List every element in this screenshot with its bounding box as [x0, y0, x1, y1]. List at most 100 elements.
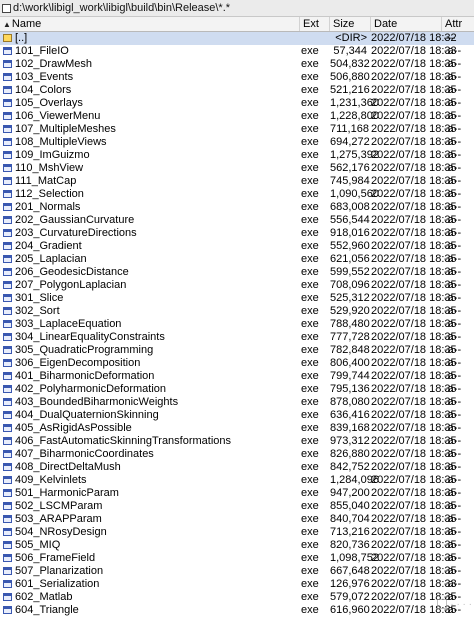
file-row[interactable]: 408_DirectDeltaMush exe 842,752 2022/07/18 …	[0, 461, 474, 474]
path-checkbox-icon[interactable]	[2, 4, 11, 13]
file-row[interactable]: 107_MultipleMeshes exe 711,168 2022/07/18 1…	[0, 123, 474, 136]
column-header-name[interactable]: ▲Name	[0, 17, 300, 31]
file-attr: -a--	[444, 357, 462, 369]
file-row[interactable]: 101_FileIO exe 57,344 2022/07/18 18:33 -a--	[0, 45, 474, 58]
column-header-ext[interactable]: Ext	[300, 17, 330, 31]
exe-icon	[3, 398, 12, 406]
file-row[interactable]: 407_BiharmonicCoordinates exe 826,880 2022/…	[0, 448, 474, 461]
exe-icon	[3, 489, 12, 497]
column-header-date-label: Date	[374, 18, 398, 30]
file-row[interactable]: 405_AsRigidAsPossible exe 839,168 2022/07/1…	[0, 422, 474, 435]
file-ext: exe	[301, 188, 319, 200]
file-row[interactable]: 108_MultipleViews exe 694,272 2022/07/18 18…	[0, 136, 474, 149]
file-row[interactable]: 301_Slice exe 525,312 2022/07/18 18:35 -a--	[0, 292, 474, 305]
file-attr: -a--	[444, 383, 462, 395]
file-row[interactable]: 406_FastAutomaticSkinningTransformations…	[0, 435, 474, 448]
file-size: 579,072	[330, 591, 370, 603]
file-list[interactable]: [..] <DIR> 2022/07/18 18:32—101_FileIO exe 5…	[0, 32, 474, 618]
file-size: 973,312	[330, 435, 370, 447]
file-name: 111_MatCap	[15, 175, 77, 187]
file-row[interactable]: 111_MatCap exe 745,984 2022/07/18 18:35 -a--	[0, 175, 474, 188]
file-row[interactable]: 404_DualQuaternionSkinning exe 636,416 2022…	[0, 409, 474, 422]
exe-icon	[3, 281, 12, 289]
exe-icon	[3, 294, 12, 302]
file-row[interactable]: 205_Laplacian exe 621,056 2022/07/18 18:35-…	[0, 253, 474, 266]
file-ext: exe	[301, 500, 319, 512]
file-ext: exe	[301, 331, 319, 343]
file-ext: exe	[301, 136, 319, 148]
file-row[interactable]: 604_Triangle exe 616,960 2022/07/18 18:35 -a…	[0, 604, 474, 617]
file-ext: exe	[301, 591, 319, 603]
file-row[interactable]: 201_Normals exe 683,008 2022/07/18 18:35 -a-…	[0, 201, 474, 214]
parent-dir-row[interactable]: [..] <DIR> 2022/07/18 18:32—	[0, 32, 474, 45]
file-row[interactable]: 112_Selection exe 1,090,560 2022/07/18 18:3…	[0, 188, 474, 201]
file-name: 401_BiharmonicDeformation	[15, 370, 155, 382]
exe-icon	[3, 151, 12, 159]
file-name: 409_Kelvinlets	[15, 474, 87, 486]
file-row[interactable]: 104_Colors exe 521,216 2022/07/18 18:35 -a--	[0, 84, 474, 97]
file-attr: -a--	[444, 58, 462, 70]
file-row[interactable]: 502_LSCMParam exe 855,040 2022/07/18 18:35-…	[0, 500, 474, 513]
file-row[interactable]: 409_Kelvinlets exe 1,284,096 2022/07/18 18:…	[0, 474, 474, 487]
file-row[interactable]: 302_Sort exe 529,920 2022/07/18 18:35 -a--	[0, 305, 474, 318]
file-row[interactable]: 503_ARAPParam exe 840,704 2022/07/18 18:35-…	[0, 513, 474, 526]
file-row[interactable]: 602_Matlab exe 579,072 2022/07/18 18:35 -a--	[0, 591, 474, 604]
file-ext: exe	[301, 487, 319, 499]
file-attr: -a--	[444, 331, 462, 343]
file-row[interactable]: 110_MshView exe 562,176 2022/07/18 18:35 -a-…	[0, 162, 474, 175]
column-header-ext-label: Ext	[303, 18, 319, 30]
file-name: 604_Triangle	[15, 604, 79, 616]
file-size: 713,216	[330, 526, 370, 538]
file-row[interactable]: 501_HarmonicParam exe 947,200 2022/07/18 18…	[0, 487, 474, 500]
file-ext: exe	[301, 110, 319, 122]
file-row[interactable]: 401_BiharmonicDeformation exe 799,744 2022/…	[0, 370, 474, 383]
file-row[interactable]: 109_ImGuizmo exe 1,275,392 2022/07/18 18:35…	[0, 149, 474, 162]
file-row[interactable]: 403_BoundedBiharmonicWeights exe 878,080 20…	[0, 396, 474, 409]
column-header-date[interactable]: Date	[371, 17, 442, 31]
file-size: 694,272	[330, 136, 370, 148]
file-name: 303_LaplaceEquation	[15, 318, 122, 330]
file-ext: exe	[301, 357, 319, 369]
column-header-attr[interactable]: Attr	[442, 17, 474, 31]
file-row[interactable]: 507_Planarization exe 667,648 2022/07/18 18…	[0, 565, 474, 578]
exe-icon	[3, 515, 12, 523]
path-bar[interactable]: d:\work\libigl_work\libigl\build\bin\Rel…	[0, 0, 474, 17]
file-ext: exe	[301, 123, 319, 135]
file-row[interactable]: 204_Gradient exe 552,960 2022/07/18 18:35 -a…	[0, 240, 474, 253]
file-row[interactable]: 305_QuadraticProgramming exe 782,848 2022/0…	[0, 344, 474, 357]
exe-icon	[3, 411, 12, 419]
file-row[interactable]: 304_LinearEqualityConstraints exe 777,728 2…	[0, 331, 474, 344]
exe-icon	[3, 268, 12, 276]
file-row[interactable]: 102_DrawMesh exe 504,832 2022/07/18 18:35 -a…	[0, 58, 474, 71]
file-name: 503_ARAPParam	[15, 513, 102, 525]
file-attr: -a--	[444, 227, 462, 239]
file-name: 109_ImGuizmo	[15, 149, 90, 161]
exe-icon	[3, 580, 12, 588]
file-name: 204_Gradient	[15, 240, 82, 252]
file-row[interactable]: 601_Serialization exe 126,976 2022/07/18 18…	[0, 578, 474, 591]
file-ext: exe	[301, 461, 319, 473]
file-attr: -a--	[444, 513, 462, 525]
file-ext: exe	[301, 383, 319, 395]
file-ext: exe	[301, 71, 319, 83]
file-row[interactable]: 103_Events exe 506,880 2022/07/18 18:35 -a--	[0, 71, 474, 84]
file-row[interactable]: 206_GeodesicDistance exe 599,552 2022/07/18…	[0, 266, 474, 279]
file-row[interactable]: 106_ViewerMenu exe 1,228,800 2022/07/18 18:…	[0, 110, 474, 123]
file-row[interactable]: 506_FrameField exe 1,098,752 2022/07/18 18:…	[0, 552, 474, 565]
file-size: 820,736	[330, 539, 370, 551]
file-row[interactable]: 402_PolyharmonicDeformation exe 795,136 202…	[0, 383, 474, 396]
file-row[interactable]: 306_EigenDecomposition exe 806,400 2022/07/…	[0, 357, 474, 370]
exe-icon	[3, 138, 12, 146]
file-ext: exe	[301, 318, 319, 330]
file-size: 506,880	[330, 71, 370, 83]
file-row[interactable]: 203_CurvatureDirections exe 918,016 2022/07…	[0, 227, 474, 240]
column-header-size[interactable]: Size	[330, 17, 371, 31]
file-attr: -a--	[444, 422, 462, 434]
file-row[interactable]: 105_Overlays exe 1,231,360 2022/07/18 18:35…	[0, 97, 474, 110]
exe-icon	[3, 99, 12, 107]
file-row[interactable]: 504_NRosyDesign exe 713,216 2022/07/18 18:3…	[0, 526, 474, 539]
file-row[interactable]: 207_PolygonLaplacian exe 708,096 2022/07/18…	[0, 279, 474, 292]
file-row[interactable]: 505_MIQ exe 820,736 2022/07/18 18:35 -a--	[0, 539, 474, 552]
file-row[interactable]: 202_GaussianCurvature exe 556,544 2022/07/1…	[0, 214, 474, 227]
file-row[interactable]: 303_LaplaceEquation exe 788,480 2022/07/18 …	[0, 318, 474, 331]
